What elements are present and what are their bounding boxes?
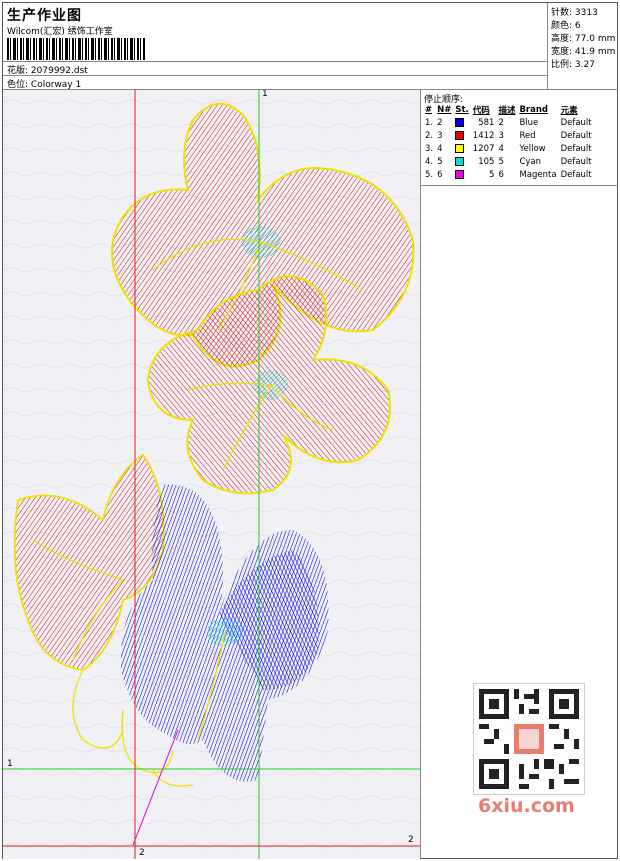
stats-panel: 针数: 3313 颜色: 6 高度: 77.0 mm 宽度: 41.9 mm 比… [548, 3, 618, 90]
row-stitches: 1207 [472, 143, 495, 154]
stat-value: 77.0 mm [574, 34, 616, 44]
stat-label: 高度: [551, 34, 573, 44]
stat-label: 宽度: [551, 47, 573, 57]
production-sheet: 生产作业图 Wilcom(汇宏) 绣饰工作室 花版: 2079992.dst 色… [2, 2, 618, 859]
column-header: N# [437, 104, 452, 115]
row-stitches: 105 [478, 156, 495, 167]
stat-value: 6 [574, 21, 581, 31]
company-name: Wilcom(汇宏) 绣饰工作室 [7, 27, 113, 37]
header-info: 生产作业图 Wilcom(汇宏) 绣饰工作室 花版: 2079992.dst 色… [3, 3, 548, 90]
guide-label-red-v: 2 [139, 848, 145, 858]
color-swatch [453, 168, 470, 181]
row-code: 3 [498, 130, 504, 141]
watermark: 6xiu.com [478, 795, 575, 817]
column-header: # [425, 104, 433, 115]
stat-scale: 比例: 3.27 [551, 57, 595, 70]
stop-sequence-table: # N# St. 代码 描述 Brand 元素 1. 2 581 2 Blue Defau… [423, 103, 594, 181]
divider [3, 61, 547, 62]
row-brand: Default [560, 156, 592, 167]
row-needle: 2 [437, 117, 443, 128]
column-header: Brand [519, 104, 548, 115]
color-swatch [453, 116, 470, 129]
row-index: 1. [425, 117, 434, 128]
row-index: 2. [425, 130, 434, 141]
stat-width: 宽度: 41.9 mm [551, 44, 615, 57]
stat-colors: 颜色: 6 [551, 18, 581, 31]
row-code: 5 [498, 156, 504, 167]
row-needle: 4 [437, 143, 443, 154]
row-code: 4 [498, 143, 504, 154]
embroidery-preview [3, 90, 420, 859]
column-header: St. [455, 104, 469, 115]
row-needle: 3 [437, 130, 443, 141]
color-swatch-box [455, 130, 465, 140]
row-brand: Default [560, 117, 592, 128]
divider [3, 75, 547, 76]
table-row: 4. 5 105 5 Cyan Default [423, 155, 594, 168]
row-stitches: 5 [489, 169, 495, 180]
row-brand: Default [560, 143, 592, 154]
stop-sequence-panel: 停止顺序: # N# St. 代码 描述 Brand 元素 1. 2 581 2 Blu… [421, 90, 618, 186]
table-row: 2. 3 1412 3 Red Default [423, 129, 594, 142]
color-swatch-box [455, 156, 465, 166]
table-row: 5. 6 5 6 Magenta Default [423, 168, 594, 181]
stat-label: 颜色: [551, 21, 573, 31]
table-row: 3. 4 1207 4 Yellow Default [423, 142, 594, 155]
column-header: 代码 [472, 105, 490, 116]
stat-value: 3.27 [574, 60, 595, 70]
qr-code [473, 683, 585, 795]
row-description: Magenta [519, 169, 557, 180]
qr-code-graphic [474, 684, 584, 794]
stat-value: 41.9 mm [574, 47, 616, 57]
row-needle: 6 [437, 169, 443, 180]
row-description: Cyan [519, 156, 542, 167]
table-header-row: # N# St. 代码 描述 Brand 元素 [423, 103, 594, 116]
color-swatch [453, 142, 470, 155]
row-code: 6 [498, 169, 504, 180]
guide-label-green-v: 1 [262, 90, 268, 99]
row-brand: Default [560, 130, 592, 141]
column-header: 描述 [498, 105, 516, 116]
row-code: 2 [498, 117, 504, 128]
colorway-label: 色位: [7, 80, 29, 90]
row-stitches: 581 [478, 117, 495, 128]
row-index: 5. [425, 169, 434, 180]
guide-label-red-h: 2 [408, 835, 414, 845]
design-canvas: 1 1 2 2 [3, 90, 421, 859]
row-index: 4. [425, 156, 434, 167]
column-header: 元素 [560, 105, 578, 116]
stat-label: 比例: [551, 60, 573, 70]
stat-stitches: 针数: 3313 [551, 5, 598, 18]
color-swatch-box [455, 117, 465, 127]
stat-label: 针数: [551, 8, 573, 18]
stat-value: 3313 [574, 8, 598, 18]
row-description: Yellow [519, 143, 546, 154]
row-stitches: 1412 [472, 130, 495, 141]
row-description: Blue [519, 117, 539, 128]
colorway-value: Colorway 1 [30, 80, 82, 90]
colorway-row: 色位: Colorway 1 [7, 77, 81, 90]
sheet-title: 生产作业图 [7, 8, 82, 24]
color-swatch-box [455, 143, 465, 153]
color-swatch [453, 129, 470, 142]
row-needle: 5 [437, 156, 443, 167]
row-description: Red [519, 130, 536, 141]
stat-height: 高度: 77.0 mm [551, 31, 615, 44]
row-index: 3. [425, 143, 434, 154]
row-brand: Default [560, 169, 592, 180]
table-row: 1. 2 581 2 Blue Default [423, 116, 594, 129]
color-swatch-box [455, 169, 465, 179]
barcode [7, 38, 145, 60]
guide-label-green-h: 1 [7, 759, 13, 769]
color-swatch [453, 155, 470, 168]
